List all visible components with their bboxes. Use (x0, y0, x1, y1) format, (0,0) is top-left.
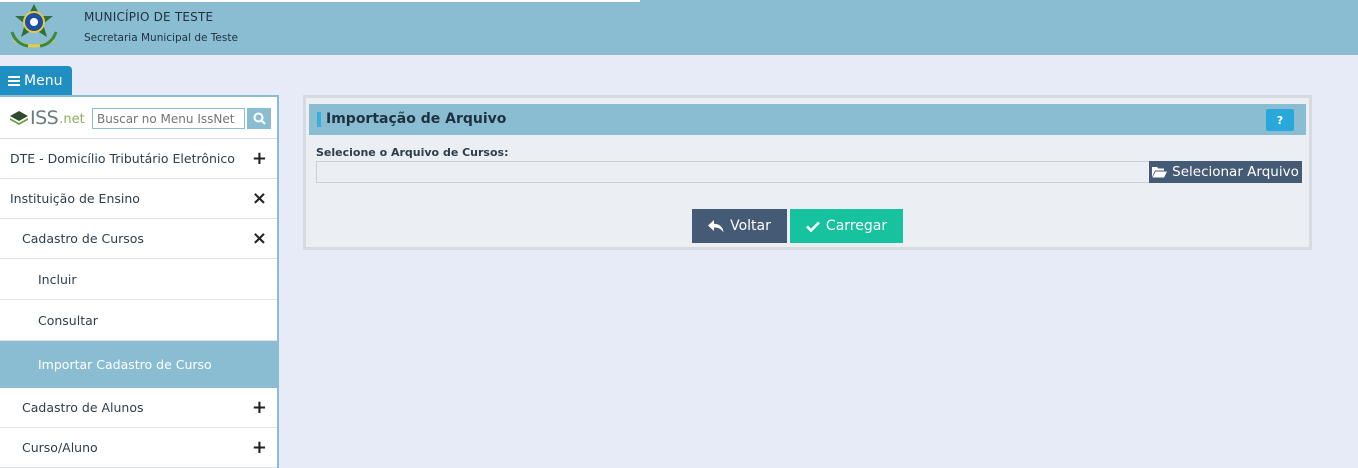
sidebar-item-label: Cadastro de Cursos (22, 231, 144, 246)
help-button[interactable]: ? (1266, 109, 1294, 131)
hamburger-icon (8, 76, 20, 86)
expand-icon[interactable]: + (252, 438, 267, 457)
sidebar-item-cadastro-de-cursos[interactable]: Cadastro de Cursos × (0, 219, 277, 259)
issnet-logo: ISS .net (10, 107, 92, 129)
coat-of-arms-icon (10, 4, 58, 48)
app-header: MUNICÍPIO DE TESTE Secretaria Municipal … (0, 0, 1358, 55)
file-path-input[interactable] (316, 161, 1149, 183)
sidebar-item-label: Instituição de Ensino (10, 191, 140, 206)
sidebar-item-cadastro-de-alunos[interactable]: Cadastro de Alunos + (0, 388, 277, 428)
department-name: Secretaria Municipal de Teste (84, 32, 238, 44)
select-file-label: Selecionar Arquivo (1172, 164, 1299, 180)
page-title: Importação de Arquivo (326, 111, 507, 127)
sidebar-item-label: Curso/Aluno (22, 440, 98, 455)
panel-header: Importação de Arquivo ? (309, 104, 1306, 135)
sidebar-item-curso-aluno[interactable]: Curso/Aluno + (0, 428, 277, 468)
sidebar-item-consultar[interactable]: Consultar (0, 300, 277, 341)
reply-arrow-icon (708, 219, 724, 232)
sidebar-item-label: Importar Cadastro de Curso (38, 357, 212, 372)
back-button[interactable]: Voltar (692, 209, 787, 243)
expand-icon[interactable]: + (252, 398, 267, 417)
municipality-name: MUNICÍPIO DE TESTE (84, 10, 214, 24)
folder-open-icon (1152, 167, 1168, 178)
load-button-label: Carregar (825, 218, 888, 234)
menu-search-input[interactable] (92, 108, 245, 129)
sidebar-item-incluir[interactable]: Incluir (0, 259, 277, 300)
sidebar-item-label: DTE - Domicílio Tributário Eletrônico (10, 151, 235, 166)
load-button[interactable]: Carregar (790, 209, 903, 243)
sidebar-item-label: Incluir (38, 271, 77, 287)
search-button[interactable] (247, 108, 271, 129)
expand-icon[interactable]: + (252, 149, 267, 168)
logo-diamond-icon (10, 110, 28, 125)
sidebar-item-importar-cadastro-de-curso[interactable]: Importar Cadastro de Curso (0, 341, 277, 388)
logo-suffix: .net (59, 112, 85, 127)
logo-text: ISS (30, 106, 59, 129)
select-file-button[interactable]: Selecionar Arquivo (1149, 161, 1302, 183)
menu-toggle-button[interactable]: Menu (0, 66, 72, 96)
header-top-line (0, 0, 640, 2)
check-icon (806, 221, 820, 232)
sidebar-menu: ISS .net DTE - Domicílio Tributário Elet… (0, 95, 279, 468)
collapse-icon[interactable]: × (252, 189, 267, 208)
import-panel: Importação de Arquivo ? Selecione o Arqu… (303, 95, 1312, 250)
sidebar-item-dte[interactable]: DTE - Domicílio Tributário Eletrônico + (0, 139, 277, 179)
back-button-label: Voltar (730, 218, 771, 234)
file-field-label: Selecione o Arquivo de Cursos: (316, 146, 509, 159)
sidebar-item-label: Cadastro de Alunos (22, 400, 144, 415)
title-accent-bar (317, 112, 321, 127)
search-icon (253, 112, 266, 125)
sidebar-search-bar: ISS .net (0, 97, 277, 139)
menu-button-label: Menu (24, 73, 63, 89)
sidebar-item-label: Consultar (38, 312, 98, 328)
collapse-icon[interactable]: × (252, 229, 267, 248)
sidebar-item-instituicao-de-ensino[interactable]: Instituição de Ensino × (0, 179, 277, 219)
